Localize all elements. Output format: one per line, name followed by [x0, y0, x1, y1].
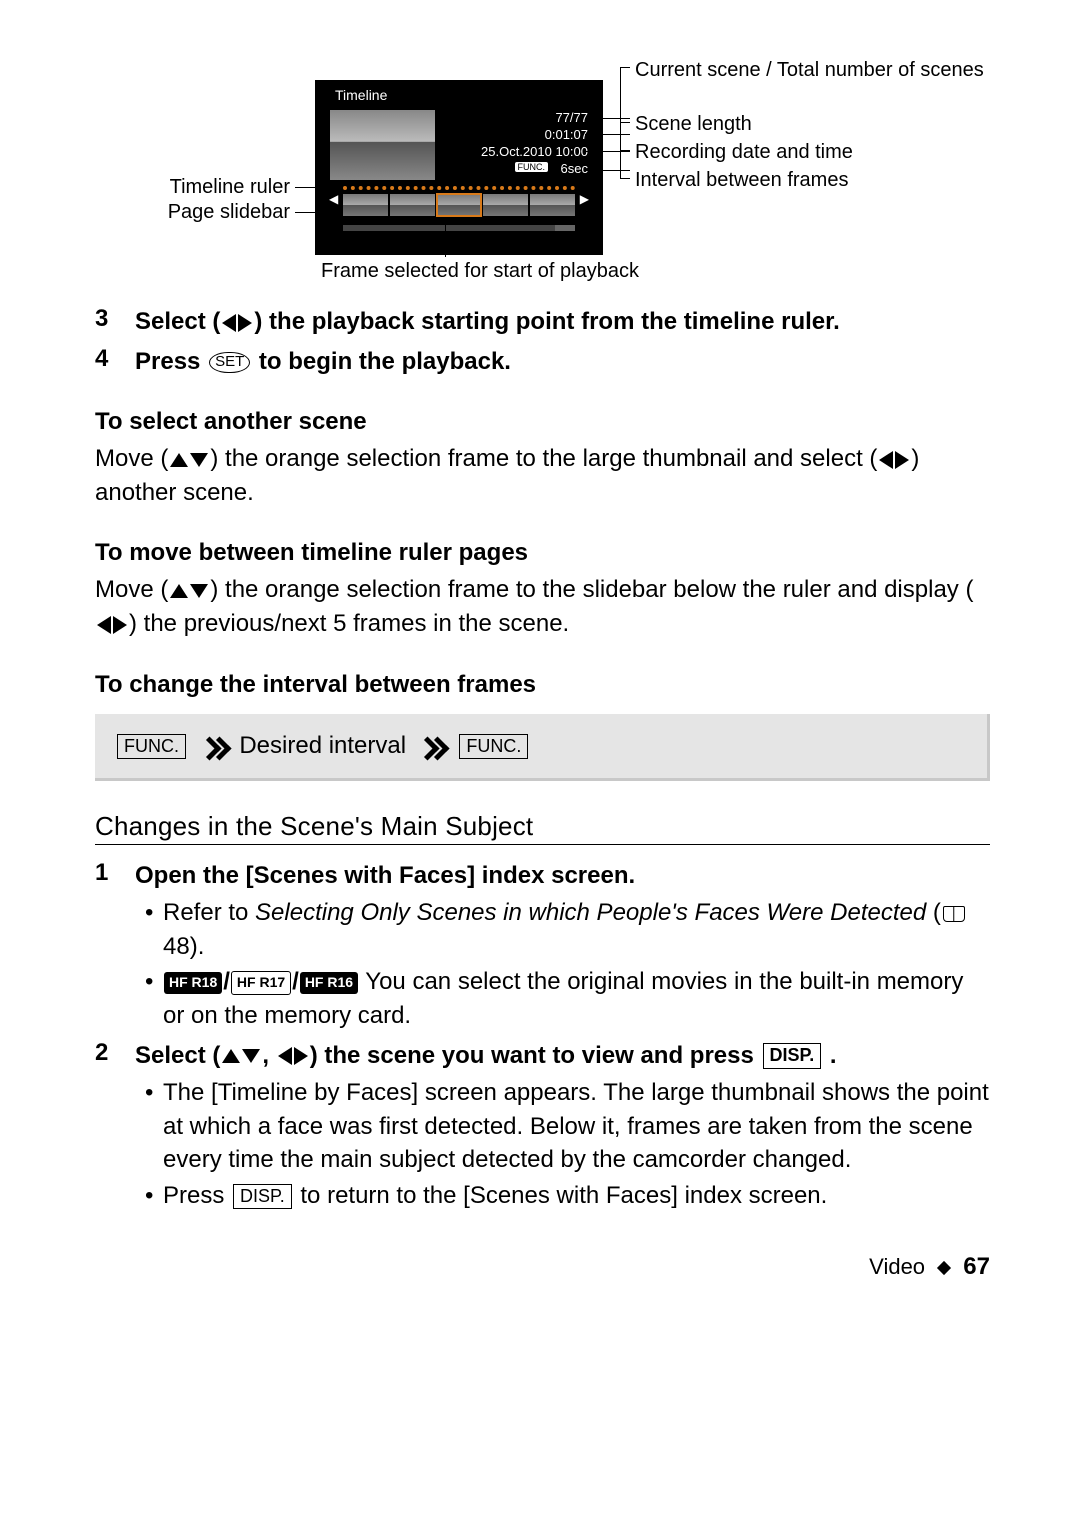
timeline-diagram: Timeline 77/77 0:01:07 25.Oct.2010 10:00…	[95, 50, 1015, 285]
heading-select-another-scene: To select another scene	[95, 408, 990, 436]
heading-change-interval: To change the interval between frames	[95, 671, 990, 699]
callout-date-time: Recording date and time	[635, 140, 853, 165]
up-down-arrows-icon	[170, 453, 208, 467]
manual-reference-icon	[943, 906, 965, 922]
step-4-text: Press SET to begin the playback.	[135, 345, 511, 379]
chevron-right-icon	[421, 735, 443, 757]
up-down-arrows-icon	[222, 1049, 260, 1063]
step-1-bullet-1: • Refer to Selecting Only Scenes in whic…	[145, 896, 990, 963]
diamond-icon	[937, 1261, 951, 1275]
manual-page: Timeline 77/77 0:01:07 25.Oct.2010 10:00…	[0, 0, 1080, 1321]
step-4-number: 4	[95, 345, 135, 379]
lcd-scene-counter: 77/77	[555, 110, 588, 125]
lcd-ruler-right-arrow: ▶	[580, 192, 589, 206]
step-2-bullet-1: • The [Timeline by Faces] screen appears…	[145, 1076, 990, 1177]
left-right-arrows-icon	[278, 1047, 308, 1065]
heading-rule	[95, 844, 990, 845]
callout-scene-length: Scene length	[635, 112, 752, 137]
action-sequence-bar: FUNC. Desired interval FUNC.	[95, 714, 990, 781]
chevron-right-icon	[203, 735, 225, 757]
lcd-record-date: 25.Oct.2010 10:00	[481, 144, 588, 159]
lcd-ruler-left-arrow: ◀	[329, 192, 338, 206]
lcd-timeline-ruler	[343, 186, 575, 216]
step-3-number: 3	[95, 305, 135, 339]
left-right-arrows-icon	[222, 314, 252, 332]
up-down-arrows-icon	[170, 584, 208, 598]
func-button-icon: FUNC.	[117, 734, 186, 759]
heading-move-ruler-pages: To move between timeline ruler pages	[95, 539, 990, 567]
left-right-arrows-icon	[97, 616, 127, 634]
text-select-another-scene: Move () the orange selection frame to th…	[95, 442, 990, 509]
lcd-interval: 6sec	[561, 161, 588, 176]
model-badge-hfr17: HF R17	[231, 971, 291, 995]
step-2: 2 Select (, ) the scene you want to view…	[95, 1039, 990, 1073]
model-badge-hfr18: HF R18	[164, 972, 222, 994]
callout-interval: Interval between frames	[635, 168, 848, 193]
callout-timeline-ruler: Timeline ruler	[140, 175, 290, 200]
step-1-text: Open the [Scenes with Faces] index scree…	[135, 859, 635, 893]
step-2-number: 2	[95, 1039, 135, 1073]
func-button-icon: FUNC.	[459, 734, 528, 759]
lcd-func-badge: FUNC.	[515, 162, 549, 172]
callout-selected-frame: Frame selected for start of playback	[305, 259, 655, 284]
camera-lcd-mock: Timeline 77/77 0:01:07 25.Oct.2010 10:00…	[315, 80, 603, 255]
footer-section: Video	[869, 1254, 925, 1279]
callout-page-slidebar: Page slidebar	[140, 200, 290, 225]
page-footer: Video 67	[95, 1253, 990, 1281]
step-2-bullet-2: • Press DISP. to return to the [Scenes w…	[145, 1179, 990, 1213]
callout-scene-count: Current scene / Total number of scenes	[635, 58, 984, 83]
lcd-selected-frame	[437, 194, 482, 216]
heading-changes-main-subject: Changes in the Scene's Main Subject	[95, 811, 990, 842]
step-3-text: Select () the playback starting point fr…	[135, 305, 840, 339]
step-3: 3 Select () the playback starting point …	[95, 305, 990, 339]
lcd-scene-length: 0:01:07	[545, 127, 588, 142]
step-4: 4 Press SET to begin the playback.	[95, 345, 990, 379]
step-1: 1 Open the [Scenes with Faces] index scr…	[95, 859, 990, 893]
step-2-text: Select (, ) the scene you want to view a…	[135, 1039, 837, 1073]
step-1-number: 1	[95, 859, 135, 893]
lcd-page-slidebar	[343, 225, 575, 231]
page-number: 67	[963, 1253, 990, 1280]
text-move-ruler-pages: Move () the orange selection frame to th…	[95, 573, 990, 640]
disp-button-icon: DISP.	[763, 1043, 822, 1068]
left-right-arrows-icon	[879, 451, 909, 469]
model-badge-hfr16: HF R16	[300, 972, 358, 994]
lcd-title: Timeline	[335, 87, 387, 103]
step-1-bullet-2: • HF R18/HF R17/HF R16 You can select th…	[145, 965, 990, 1032]
disp-button-icon: DISP.	[233, 1184, 292, 1209]
lcd-large-thumbnail	[330, 110, 435, 180]
set-button-icon: SET	[209, 352, 250, 373]
